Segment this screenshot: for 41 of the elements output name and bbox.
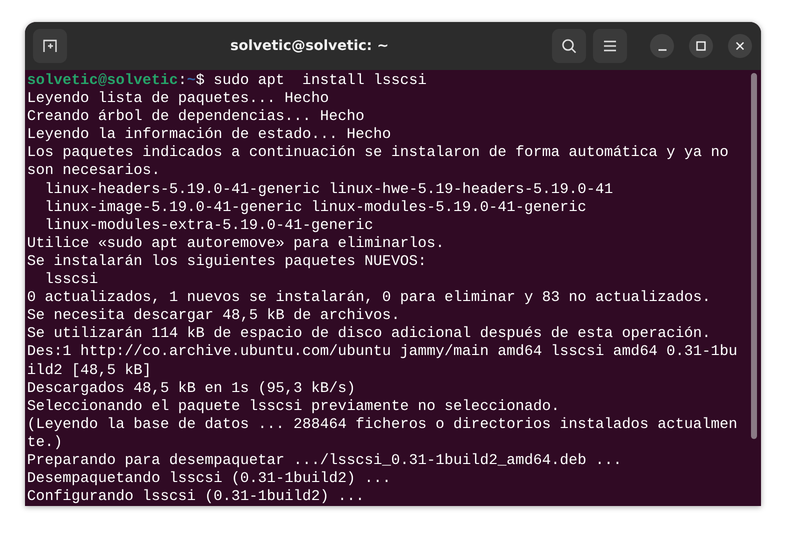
search-icon <box>561 38 577 54</box>
prompt-path: ~ <box>186 73 196 89</box>
close-button[interactable] <box>728 34 752 58</box>
output-line: Desempaquetando lsscsi (0.31-1build2) ... <box>27 471 392 488</box>
output-line: Utilice «sudo apt autoremove» para eliminarlos. <box>27 236 444 252</box>
output-line: Leyendo la información de estado... Hecho <box>27 127 392 144</box>
search-button[interactable] <box>552 29 586 63</box>
prompt-user: solvetic@solvetic <box>27 73 178 89</box>
new-tab-button[interactable] <box>33 29 67 63</box>
output-line: son necesarios. <box>27 163 160 180</box>
output-line: Los paquetes indicados a continuación se instalaron de forma automática y ya no <box>27 145 728 162</box>
command-text: $ sudo apt install lsscsi <box>196 73 427 89</box>
output-line: Descargados 48,5 kB en 1s (95,3 kB/s) <box>27 380 356 397</box>
output-line: linux-modules-extra-5.19.0-41-generic <box>44 218 374 234</box>
output-line: Preparando para desempaquetar .../lsscsi_0.31-1build2_amd64.deb ... <box>27 452 622 469</box>
new-tab-icon <box>42 38 58 54</box>
menu-icon <box>603 40 617 52</box>
maximize-button[interactable] <box>689 34 713 58</box>
output-line: linux-headers-5.19.0-41-generic linux-hwe-5.19-headers-5.19.0-41 <box>44 182 614 198</box>
output-line: lsscsi <box>44 272 98 288</box>
output-line: ild2 [48,5 kB] <box>27 362 152 378</box>
close-icon <box>735 41 745 51</box>
output-line: linux-image-5.19.0-41-generic linux-modules-5.19.0-41-generic <box>44 200 586 216</box>
output-line: Seleccionando el paquete lsscsi previamente no seleccionado. <box>27 398 560 415</box>
menu-button[interactable] <box>593 29 627 63</box>
window-title: solvetic@solvetic: ~ <box>229 38 390 54</box>
maximize-icon <box>696 41 706 51</box>
prompt-separator: : <box>178 73 187 89</box>
output-line: Creando árbol de dependencias... Hecho <box>27 109 364 126</box>
output-line: Se instalarán los siguientes paquetes NUEVOS: <box>27 254 427 270</box>
scrollbar[interactable] <box>751 73 757 439</box>
output-line: Se utilizarán 114 kB de espacio de disco adicional después de esta operación. <box>27 326 711 342</box>
output-line: Configurando lsscsi (0.31-1build2) ... <box>27 489 364 506</box>
minimize-icon <box>658 48 666 50</box>
output-line: (Leyendo la base de datos ... 288464 ficheros o directorios instalados actualmen <box>27 416 738 433</box>
output-line: 0 actualizados, 1 nuevos se instalarán, 0 para eliminar y 83 no actualizados. <box>27 290 711 306</box>
minimize-button[interactable] <box>650 34 674 58</box>
output-line: Leyendo lista de paquetes... Hecho <box>27 91 329 108</box>
output-line: te.) <box>27 434 63 451</box>
output-line: Des:1 http://co.archive.ubuntu.com/ubuntu jammy/main amd64 lsscsi amd64 0.31-1bu <box>27 344 738 360</box>
output-line: Se necesita descargar 48,5 kB de archivos. <box>27 308 400 324</box>
